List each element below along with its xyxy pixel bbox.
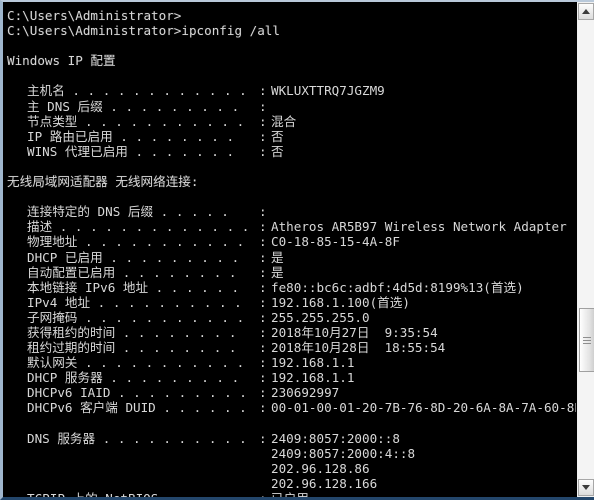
config-entry-value: 230692997: [271, 385, 340, 401]
vertical-scrollbar[interactable]: [576, 2, 594, 497]
scroll-up-button[interactable]: [578, 3, 594, 20]
config-entry-row: 主 DNS 后缀 . . . . . . . . .:: [7, 99, 576, 114]
dot-leader: 节点类型 . . . . . . . . . . .: [27, 113, 245, 129]
entry-colon: :: [259, 204, 267, 220]
entry-colon: :: [259, 128, 267, 144]
config-entry-value: 192.168.1.1: [271, 370, 355, 386]
config-entry-row: DHCP 已启用 . . . . . . . . .:是: [7, 250, 576, 265]
config-entry-row: WINS 代理已启用 . . . . . . .:否: [7, 144, 576, 159]
config-entry-value: 已启用: [271, 491, 309, 497]
config-entry-value: 2409:8057:2000::8: [271, 430, 400, 446]
dot-leader: 自动配置已启用 . . . . . . . .: [27, 264, 237, 280]
entry-colon: :: [259, 83, 267, 99]
triangle-down-icon: [582, 485, 590, 490]
entry-colon: :: [259, 279, 267, 295]
console-window: C:\Users\Administrator> C:\Users\Administ…: [0, 0, 594, 500]
config-entry-row: 描述 . . . . . . . . . . . . .: Atheros AR5…: [7, 219, 576, 234]
config-entry-value: 192.168.1.1: [271, 355, 355, 371]
config-entry-value: fe80::bc6c:adbf:4d5d:8199%13(首选): [271, 279, 524, 295]
entry-colon: :: [259, 98, 267, 114]
config-entry-value: WKLUXTTRQ7JGZM9: [271, 83, 385, 99]
config-entry-row: 子网掩码 . . . . . . . . . . .:255.255.255.0: [7, 310, 576, 325]
config-entry-row: DHCPv6 IAID . . . . . . . . .:230692997: [7, 385, 576, 400]
entry-colon: :: [259, 219, 267, 235]
scrollbar-track[interactable]: [578, 20, 594, 479]
entry-colon: :: [259, 370, 267, 386]
entry-colon: :: [259, 340, 267, 356]
entry-colon: :: [259, 324, 267, 340]
section-heading: Windows IP 配置: [7, 53, 116, 69]
config-entry-value: 2409:8057:2000:4::8: [271, 445, 416, 461]
config-entry-value: 否: [271, 143, 284, 159]
config-entry-value: 2018年10月27日 9:35:54: [271, 324, 438, 340]
prompt-line: C:\Users\Administrator>ipconfig /all: [7, 23, 280, 39]
entry-colon: :: [259, 143, 267, 159]
config-entry-row: 默认网关 . . . . . . . . . . .:192.168.1.1: [7, 355, 576, 370]
scrollbar-thumb[interactable]: [579, 308, 594, 372]
config-entry-row: DNS 服务器 . . . . . . . . . .:2409:8057:20…: [7, 431, 576, 446]
prompt-line: C:\Users\Administrator>: [7, 8, 182, 23]
config-entry-row: 2409:8057:2000:4::8: [7, 446, 576, 461]
entry-colon: :: [259, 234, 267, 250]
config-entry-row: 物理地址 . . . . . . . . . . .: C0-18-85-15-4…: [7, 234, 576, 249]
config-entry-row: DHCPv6 客户端 DUID . . . . . .:00-01-00-01-…: [7, 400, 576, 415]
entry-colon: :: [259, 113, 267, 129]
config-entry-value: 2018年10月28日 18:55:54: [271, 340, 446, 356]
config-entry-value: 255.255.255.0: [271, 309, 370, 325]
entry-colon: :: [259, 264, 267, 280]
scroll-down-button[interactable]: [578, 479, 594, 496]
entry-colon: :: [259, 400, 267, 416]
config-entry-value: 192.168.1.100(首选): [271, 294, 410, 310]
dot-leader: 主 DNS 后缀 . . . . . . . . .: [27, 98, 240, 114]
entry-colon: :: [259, 294, 267, 310]
config-entry-row: 本地链接 IPv6 地址 . . . . . .: fe80::bc6c:adbf…: [7, 280, 576, 295]
config-entry-row: 获得租约的时间 . . . . . . . .:2018年10月27日 9:35…: [7, 325, 576, 340]
config-entry-row: TCPIP 上的 NetBIOS . . . . . .:已启用: [7, 491, 576, 497]
config-entry-value: 是: [271, 249, 284, 265]
config-entry-row: IP 路由已启用 . . . . . . . .:否: [7, 129, 576, 144]
config-entry-row: IPv4 地址 . . . . . . . . . .:192.168.1.10…: [7, 295, 576, 310]
config-entry-value: 202.96.128.86: [271, 460, 370, 476]
entry-colon: :: [259, 385, 267, 401]
dot-leader: 连接特定的 DNS 后缀 . . . . .: [27, 204, 229, 220]
triangle-up-icon: [582, 9, 590, 14]
dot-leader: WINS 代理已启用 . . . . . . .: [27, 143, 235, 159]
entry-colon: :: [259, 249, 267, 265]
config-entry-row: 连接特定的 DNS 后缀 . . . . .:: [7, 204, 576, 219]
config-entry-row: DHCP 服务器 . . . . . . . . .:192.168.1.1: [7, 370, 576, 385]
grip-icon: [583, 336, 591, 344]
config-entry-value: 202.96.128.166: [271, 475, 378, 491]
config-entry-value: 混合: [271, 113, 297, 129]
config-entry-value: 否: [271, 128, 284, 144]
config-entry-row: 租约过期的时间 . . . . . . . .:2018年10月28日 18:5…: [7, 340, 576, 355]
config-entry-value: C0-18-85-15-4A-8F: [271, 234, 400, 250]
config-entry-row: 主机名 . . . . . . . . . . . .: WKLUXTTRQ7JG…: [7, 83, 576, 98]
dot-leader: IP 路由已启用 . . . . . . . .: [27, 128, 235, 144]
config-entry-row: 自动配置已启用 . . . . . . . .:是: [7, 265, 576, 280]
config-entry-row: 202.96.128.86: [7, 461, 576, 476]
dot-leader: DHCP 已启用 . . . . . . . . .: [27, 249, 240, 265]
config-entry-value: 00-01-00-01-20-7B-76-8D-20-6A-8A-7A-60-8…: [271, 400, 576, 416]
entry-colon: :: [259, 430, 267, 446]
entry-colon: :: [259, 355, 267, 371]
entry-colon: :: [259, 491, 267, 497]
config-entry-row: 节点类型 . . . . . . . . . . .: 混合: [7, 114, 576, 129]
config-entry-value: Atheros AR5B97 Wireless Network Adapter: [271, 219, 567, 235]
entry-colon: :: [259, 309, 267, 325]
console-output-area[interactable]: C:\Users\Administrator> C:\Users\Administ…: [3, 2, 576, 497]
config-entry-value: 是: [271, 264, 284, 280]
section-heading: 无线局域网适配器 无线网络连接:: [7, 174, 199, 190]
config-entry-row: 202.96.128.166: [7, 476, 576, 491]
